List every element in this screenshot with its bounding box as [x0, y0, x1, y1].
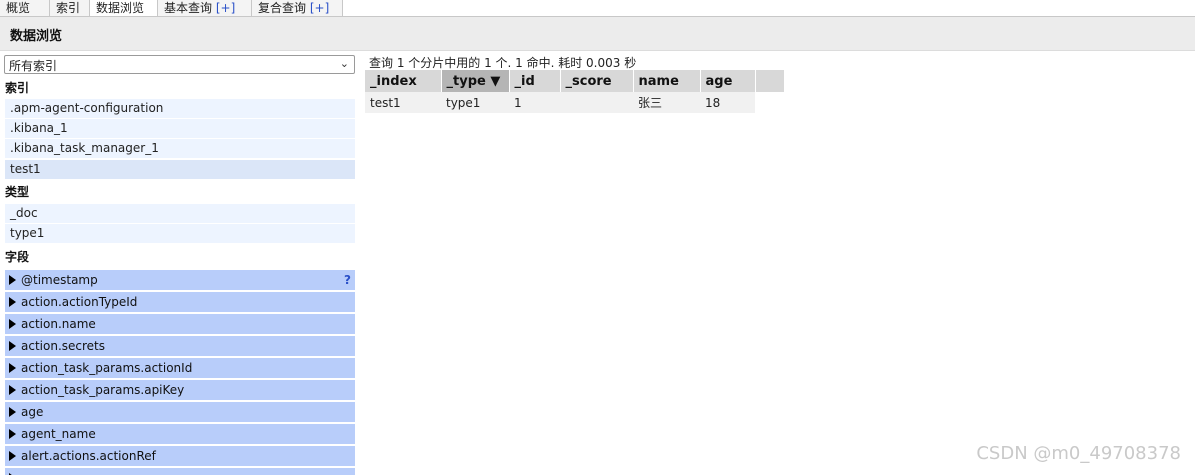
tab-label: 基本查询 — [164, 1, 213, 15]
cell-id: 1 — [509, 92, 560, 113]
field-label: action.secrets — [21, 339, 105, 353]
types-heading: 类型 — [5, 185, 30, 199]
field-item[interactable]: alert.actions.actionRef — [5, 446, 355, 466]
tab-label: 概览 — [6, 1, 31, 15]
column-header-type[interactable]: _type ▼ — [441, 70, 510, 92]
type-item[interactable]: type1 — [5, 224, 355, 243]
field-item[interactable]: action.actionTypeId — [5, 292, 355, 312]
field-label: agent_name — [21, 427, 96, 441]
index-item[interactable]: .kibana_task_manager_1 — [5, 139, 355, 158]
field-label: action_task_params.actionId — [21, 361, 193, 375]
add-basic-query-link[interactable]: [+] — [216, 1, 235, 15]
column-header-spacer — [755, 70, 785, 92]
field-item[interactable]: action.secrets — [5, 336, 355, 356]
field-item[interactable]: @timestamp ? — [5, 270, 355, 290]
field-item[interactable]: age — [5, 402, 355, 422]
type-item[interactable]: _doc — [5, 204, 355, 223]
help-icon[interactable]: ? — [344, 270, 351, 290]
tab-bar: 概览 索引 数据浏览 基本查询 [+] 复合查询 [+] — [0, 0, 1195, 17]
expand-triangle-icon — [9, 275, 16, 285]
results-table: _index _type ▼ _id _score name age test1… — [365, 70, 785, 113]
expand-triangle-icon — [9, 429, 16, 439]
field-label: alert.actions.actionRef — [21, 449, 156, 463]
field-label: @timestamp — [21, 273, 98, 287]
add-compound-query-link[interactable]: [+] — [310, 1, 329, 15]
expand-triangle-icon — [9, 385, 16, 395]
fields-heading: 字段 — [5, 250, 30, 264]
field-label: action.actionTypeId — [21, 295, 138, 309]
field-label: action_task_params.apiKey — [21, 383, 185, 397]
field-item[interactable]: action.name — [5, 314, 355, 334]
tab-indices[interactable]: 索引 — [50, 0, 90, 16]
cell-name: 张三 — [633, 92, 700, 113]
expand-triangle-icon — [9, 407, 16, 417]
expand-triangle-icon — [9, 341, 16, 351]
column-header-name[interactable]: name — [633, 70, 701, 92]
column-header-score[interactable]: _score — [560, 70, 634, 92]
index-select-value: 所有索引 — [9, 59, 58, 73]
field-item[interactable]: agent_name — [5, 424, 355, 444]
cell-age: 18 — [700, 92, 755, 113]
expand-triangle-icon — [9, 319, 16, 329]
tab-label: 数据浏览 — [96, 1, 145, 15]
field-item[interactable]: action_task_params.apiKey — [5, 380, 355, 400]
column-header-age[interactable]: age — [700, 70, 756, 92]
cell-spacer — [755, 92, 784, 113]
expand-triangle-icon — [9, 297, 16, 307]
tab-overview[interactable]: 概览 — [0, 0, 50, 16]
expand-triangle-icon — [9, 363, 16, 373]
expand-triangle-icon — [9, 451, 16, 461]
field-label: age — [21, 405, 44, 419]
indices-heading: 索引 — [5, 81, 30, 95]
watermark: CSDN @m0_49708378 — [976, 443, 1181, 464]
index-item[interactable]: .apm-agent-configuration — [5, 99, 355, 118]
cell-index: test1 — [365, 92, 441, 113]
index-item-selected[interactable]: test1 — [5, 160, 355, 179]
query-summary: 查询 1 个分片中用的 1 个. 1 命中. 耗时 0.003 秒 — [369, 56, 637, 70]
cell-score — [560, 92, 633, 113]
page-title: 数据浏览 — [10, 29, 63, 44]
tab-label: 索引 — [56, 1, 81, 15]
tab-data-browse[interactable]: 数据浏览 — [90, 0, 158, 16]
chevron-down-icon: ⌄ — [339, 57, 349, 70]
sidebar: 所有索引 ⌄ 索引 .apm-agent-configuration .kiba… — [0, 51, 359, 475]
page-header: 数据浏览 — [0, 17, 1195, 51]
index-item[interactable]: .kibana_1 — [5, 119, 355, 138]
index-select[interactable]: 所有索引 ⌄ — [4, 55, 355, 74]
column-header-id[interactable]: _id — [509, 70, 561, 92]
tab-label: 复合查询 — [258, 1, 307, 15]
field-label: action.name — [21, 317, 96, 331]
field-item[interactable]: action_task_params.actionId — [5, 358, 355, 378]
tab-basic-query[interactable]: 基本查询 [+] — [158, 0, 252, 16]
cell-type: type1 — [441, 92, 509, 113]
results-panel: 查询 1 个分片中用的 1 个. 1 命中. 耗时 0.003 秒 _index… — [365, 51, 1195, 475]
tab-compound-query[interactable]: 复合查询 [+] — [252, 0, 343, 16]
column-header-index[interactable]: _index — [365, 70, 442, 92]
table-header-row: _index _type ▼ _id _score name age — [365, 70, 785, 92]
table-row[interactable]: test1 type1 1 张三 18 — [365, 92, 784, 113]
field-item-partial[interactable] — [5, 468, 355, 475]
